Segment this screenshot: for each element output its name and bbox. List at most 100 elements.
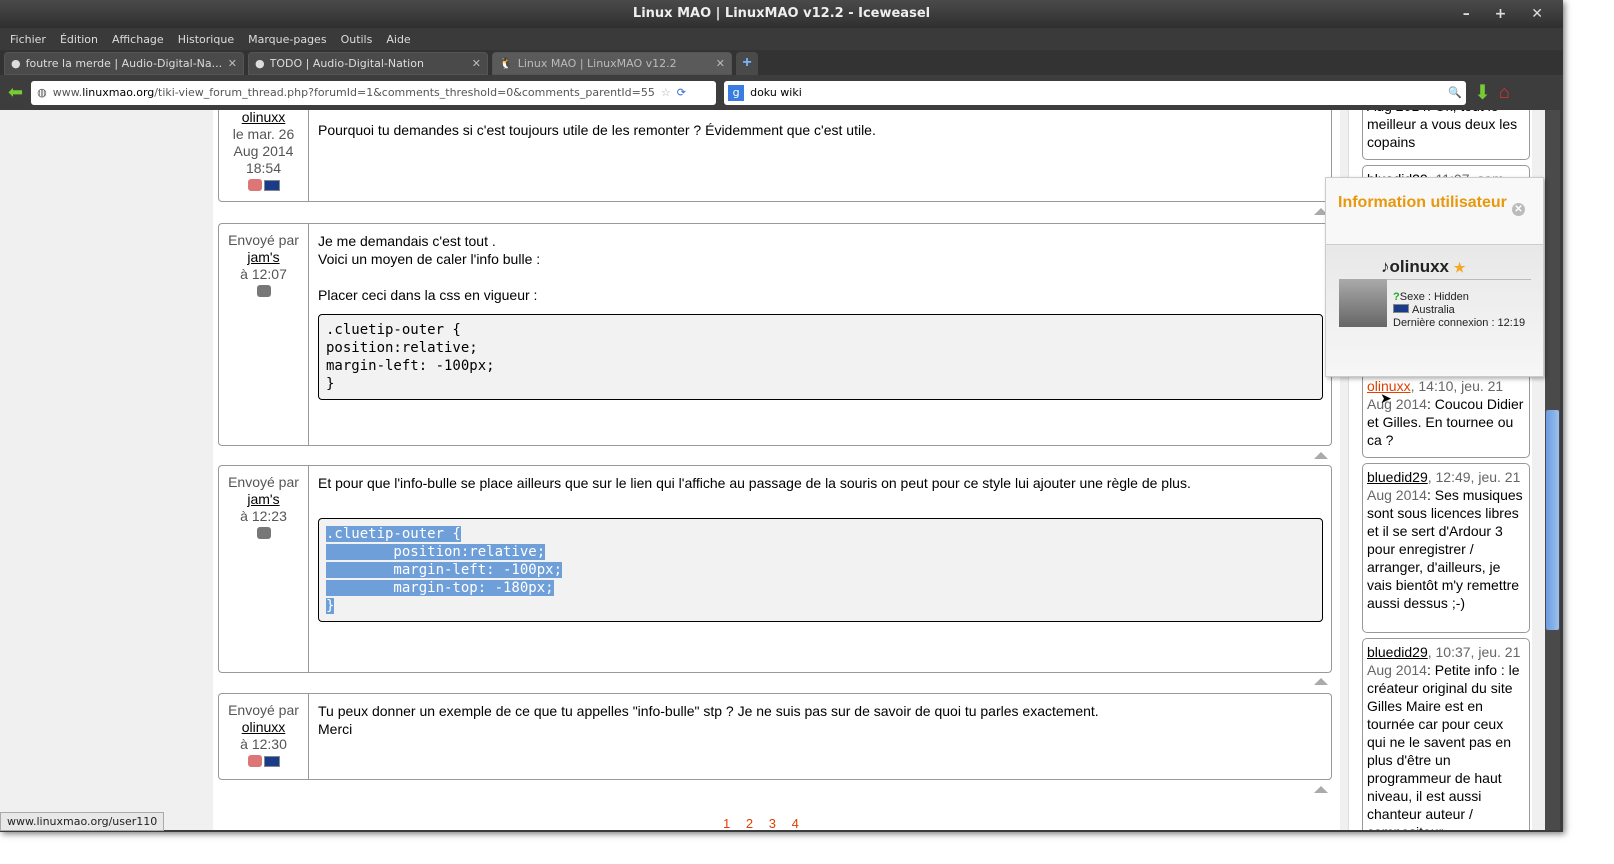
post-text: Voici un moyen de caler l'info bulle : (318, 251, 541, 267)
mouse-cursor-icon: ➤ (1380, 390, 1392, 406)
post-text: Placer ceci dans la css en vigueur : (318, 287, 538, 303)
unknown-icon: ? (1393, 291, 1400, 303)
search-icon[interactable]: 🔍 (1448, 86, 1462, 99)
forum-post: Envoyé par jam's à 12:23 Et pour que l'inf… (218, 465, 1332, 673)
download-icon[interactable]: ⬇ (1474, 80, 1491, 105)
tab-bar: ● foutre la merde | Audio-Digital-Na... ✕ … (0, 50, 1563, 75)
author-link[interactable]: jam's (247, 249, 279, 265)
title-bar: Linux MAO | LinuxMAO v12.2 - Iceweasel – … (0, 0, 1563, 28)
tux-icon: 🐧 (499, 57, 513, 70)
shout-item: Aug 2014: Ok, tout le meilleur a vous de… (1362, 110, 1530, 160)
music-note-icon: ♪ (1381, 257, 1390, 276)
page-link[interactable]: 4 (792, 816, 799, 830)
sent-by-label: Envoyé par (228, 702, 299, 718)
home-icon[interactable]: ⌂ (1499, 82, 1510, 103)
navigation-bar: ⬅ ◍ www.linuxmao.org/tiki-view_forum_thre… (0, 75, 1563, 110)
reload-icon[interactable]: ⟳ (677, 86, 686, 99)
user-details: ?Sexe : Hidden Australia Dernière connex… (1393, 291, 1525, 330)
sent-by-label: Envoyé par (228, 232, 299, 248)
tab-linuxmao[interactable]: 🐧 Linux MAO | LinuxMAO v12.2 ✕ (492, 52, 732, 75)
menu-affichage[interactable]: Affichage (112, 33, 164, 46)
menu-fichier[interactable]: Fichier (10, 33, 46, 46)
tab-label: TODO | Audio-Digital-Nation (269, 57, 424, 70)
tab-label: foutre la merde | Audio-Digital-Na... (25, 57, 223, 70)
avatar (1339, 279, 1387, 327)
tab-label: Linux MAO | LinuxMAO v12.2 (517, 57, 677, 70)
page-link[interactable]: 1 (723, 816, 730, 830)
menu-historique[interactable]: Historique (178, 33, 234, 46)
tooltip-title: Information utilisateur (1338, 194, 1507, 211)
post-time: à 12:23 (240, 508, 287, 524)
code-block: .cluetip-outer { position:relative; marg… (318, 518, 1323, 622)
close-tab-icon[interactable]: ✕ (228, 57, 237, 70)
sex-field: Sexe : Hidden (1399, 291, 1469, 303)
tab-foutre[interactable]: ● foutre la merde | Audio-Digital-Na... ✕ (4, 52, 244, 75)
shout-item: bluedid29, 12:49, jeu. 21 Aug 2014: Ses … (1362, 463, 1530, 633)
window-controls[interactable]: – + ✕ (1463, 0, 1553, 28)
post-time: à 12:07 (240, 266, 287, 282)
australia-flag-icon (1393, 304, 1409, 313)
shout-text: Aug 2014: Ok, tout le meilleur a vous de… (1367, 110, 1518, 150)
scrollbar-thumb[interactable] (1546, 410, 1559, 630)
tooltip-username: ♪olinuxx ★ (1381, 257, 1531, 280)
close-tab-icon[interactable]: ✕ (716, 57, 725, 70)
shout-item: bluedid29, 10:37, jeu. 21 Aug 2014: Peti… (1362, 638, 1530, 830)
page-link[interactable]: 3 (769, 816, 776, 830)
post-text: Tu peux donner un exemple de ce que tu a… (318, 703, 1099, 719)
post-author-info: Envoyé par jam's à 12:23 (219, 466, 309, 672)
menu-outils[interactable]: Outils (341, 33, 373, 46)
code-block: .cluetip-outer { position:relative; marg… (318, 314, 1323, 400)
bookmark-star-icon[interactable]: ☆ (661, 86, 671, 99)
menu-marque-pages[interactable]: Marque-pages (248, 33, 326, 46)
post-text: Pourquoi tu demandes si c'est toujours u… (318, 122, 876, 138)
scroll-top-icon[interactable] (1314, 678, 1328, 685)
window-title: Linux MAO | LinuxMAO v12.2 - Iceweasel (632, 6, 931, 21)
author-link[interactable]: jam's (247, 491, 279, 507)
menu-bar: Fichier Édition Affichage Historique Mar… (0, 28, 1563, 50)
scroll-top-icon[interactable] (1314, 452, 1328, 459)
url-text: www.linuxmao.org/tiki-view_forum_thread.… (52, 86, 655, 99)
close-icon[interactable]: ✕ (1512, 203, 1525, 216)
scroll-top-icon[interactable] (1314, 786, 1328, 793)
page-link[interactable]: 2 (746, 816, 753, 830)
url-bar[interactable]: ◍ www.linuxmao.org/tiki-view_forum_thread… (31, 80, 717, 105)
post-time: 18:54 (245, 160, 282, 176)
author-link[interactable]: olinuxx (242, 110, 286, 125)
forum-post: olinuxx le mar. 26 Aug 2014 18:54 Pourquoi… (218, 110, 1332, 202)
user-icon (256, 285, 271, 297)
post-text: Et pour que l'info-bulle se place ailleu… (318, 475, 1191, 491)
post-author-info: olinuxx le mar. 26 Aug 2014 18:54 (219, 110, 309, 201)
australia-flag-icon (263, 180, 280, 191)
forum-post: Envoyé par olinuxx à 12:30 Tu peux donner … (218, 693, 1332, 780)
tab-todo[interactable]: ● TODO | Audio-Digital-Nation ✕ (248, 52, 488, 75)
google-icon[interactable]: g (728, 84, 745, 101)
australia-flag-icon (263, 756, 280, 767)
back-arrow-icon[interactable]: ⬅ (8, 82, 23, 103)
forum-post: Envoyé par jam's à 12:07 Je me demandais c… (218, 223, 1332, 446)
globe-icon: ◍ (37, 86, 47, 99)
shout-text: : Ses musiques sont sous licences libres… (1367, 487, 1523, 611)
menu-edition[interactable]: Édition (60, 33, 98, 46)
author-link[interactable]: olinuxx (242, 719, 286, 735)
shout-user-link[interactable]: bluedid29 (1367, 644, 1428, 660)
search-input[interactable]: doku wiki (750, 86, 1442, 99)
post-date: le mar. 26 Aug 2014 (232, 126, 295, 159)
post-author-info: Envoyé par olinuxx à 12:30 (219, 694, 309, 779)
sent-by-label: Envoyé par (228, 474, 299, 490)
search-bar[interactable]: g doku wiki 🔍 (724, 80, 1467, 105)
user-icon (256, 527, 271, 539)
page-icon: ● (11, 57, 21, 70)
user-info-tooltip: Information utilisateur ✕ ♪olinuxx ★ ?Sex… (1325, 177, 1544, 377)
shout-user-link[interactable]: bluedid29 (1367, 469, 1428, 485)
page-icon: ● (255, 57, 265, 70)
user-icon (247, 755, 262, 767)
close-tab-icon[interactable]: ✕ (472, 57, 481, 70)
vertical-scrollbar[interactable] (1545, 110, 1560, 830)
user-icon (247, 179, 262, 191)
new-tab-button[interactable]: + (736, 52, 758, 75)
menu-aide[interactable]: Aide (386, 33, 410, 46)
star-icon: ★ (1453, 260, 1466, 275)
page-content: olinuxx le mar. 26 Aug 2014 18:54 Pourquoi… (0, 110, 1545, 830)
post-text: Je me demandais c'est tout . (318, 233, 496, 249)
post-author-info: Envoyé par jam's à 12:07 (219, 224, 309, 445)
